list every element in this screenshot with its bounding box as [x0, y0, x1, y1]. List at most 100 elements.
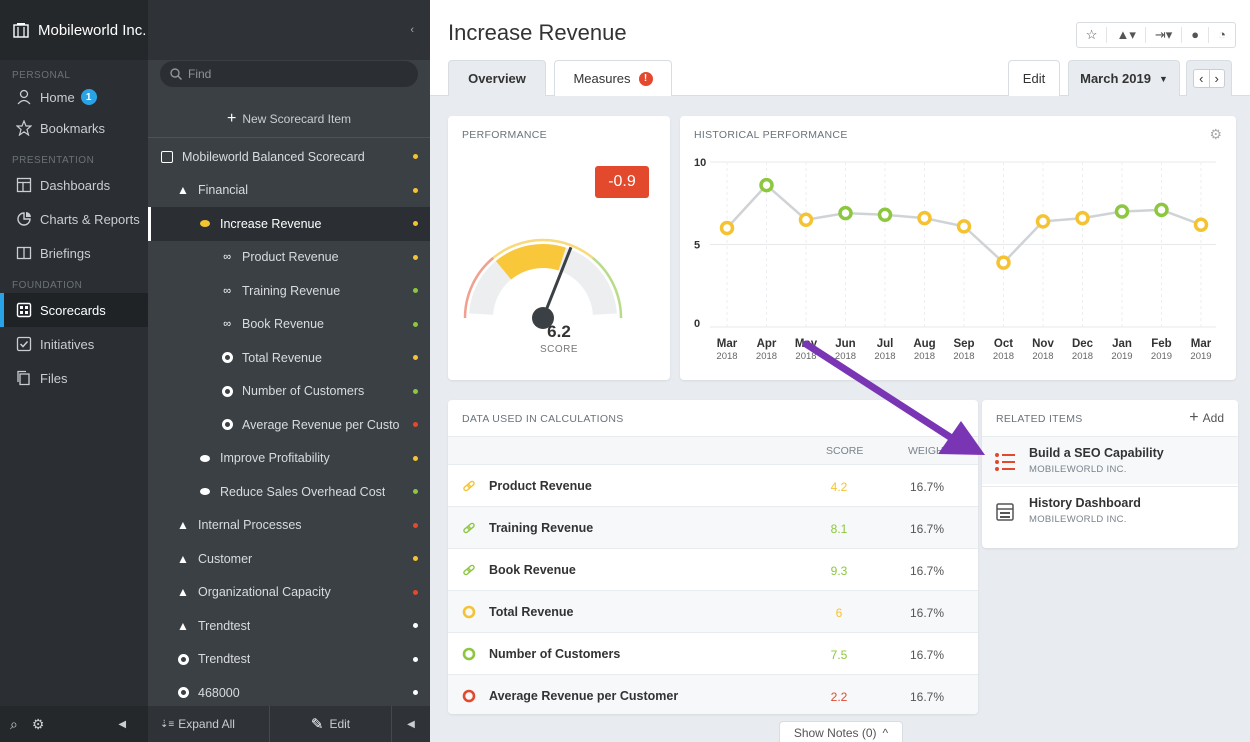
x-tick-year: 2019 — [1190, 351, 1211, 362]
data-point[interactable] — [917, 210, 932, 226]
tree-item[interactable]: Increase Revenue — [148, 207, 430, 241]
nav-item-label: Dashboards — [40, 177, 111, 193]
collapse-panel-icon[interactable]: ‹ — [410, 24, 414, 36]
nav-item-charts-reports[interactable]: Charts & Reports — [0, 202, 148, 236]
tree-item[interactable]: 468000 — [148, 676, 430, 710]
tree-item[interactable]: Trendtest — [148, 643, 430, 677]
table-row[interactable]: Total Revenue 6 16.7% — [448, 590, 978, 632]
tree-item[interactable]: Reduce Sales Overhead Cost — [148, 475, 430, 509]
nav-item-label: Scorecards — [40, 302, 106, 318]
table-row[interactable]: Product Revenue 4.2 16.7% — [448, 464, 978, 506]
table-row[interactable]: Number of Customers 7.5 16.7% — [448, 632, 978, 674]
tree-item[interactable]: Average Revenue per Custo — [148, 408, 430, 442]
triangle-icon: ▲ — [177, 551, 189, 566]
data-calculations-card: DATA USED IN CALCULATIONS SCORE WEIGHT P… — [448, 400, 978, 714]
tree-item[interactable]: Mobileworld Balanced Scorecard — [148, 140, 430, 174]
measure-name: Total Revenue — [489, 605, 574, 619]
tree-item-label: Internal Processes — [198, 518, 302, 533]
nav-item-initiatives[interactable]: Initiatives — [0, 327, 148, 361]
expand-all-button[interactable]: ⇣≡ Expand All — [148, 706, 270, 742]
table-row[interactable]: Training Revenue 8.1 16.7% — [448, 506, 978, 548]
alert-icon[interactable]: ▲▾ — [1107, 27, 1146, 43]
nav-item-label: Files — [40, 370, 68, 386]
col-weight: WEIGHT — [908, 445, 950, 457]
data-point[interactable] — [1114, 204, 1130, 219]
table-row[interactable]: Average Revenue per Customer 2.2 16.7% — [448, 674, 978, 714]
data-point[interactable] — [798, 212, 814, 227]
tree-item[interactable]: Improve Profitability — [148, 442, 430, 476]
nav-item-files[interactable]: Files — [0, 361, 148, 395]
tab-measures[interactable]: Measures! — [554, 60, 672, 96]
y-tick-label: 10 — [694, 157, 706, 169]
data-point[interactable] — [838, 205, 853, 221]
section-presentation: PRESENTATION — [12, 155, 95, 166]
link-icon — [463, 522, 475, 534]
new-scorecard-item-button[interactable]: + New Scorecard Item — [148, 100, 430, 138]
prev-period-button[interactable]: ‹ — [1193, 69, 1210, 88]
edit-button[interactable]: Edit — [1008, 60, 1060, 96]
x-tick-month: May — [795, 338, 818, 350]
tab-overview[interactable]: Overview — [448, 60, 546, 96]
data-point[interactable] — [1035, 214, 1051, 229]
collapse-left-icon: ◀ — [407, 718, 415, 730]
edit-tree-button[interactable]: ✎ Edit — [270, 706, 392, 742]
warning-icon: ! — [638, 71, 653, 86]
tree-item[interactable]: Number of Customers — [148, 375, 430, 409]
bookmark-star-icon[interactable]: ☆ — [1077, 27, 1108, 43]
book-icon — [16, 246, 32, 260]
show-notes-button[interactable]: Show Notes (0) ^ — [779, 721, 903, 742]
tree-item[interactable]: ▲ Trendtest — [148, 609, 430, 643]
nav-item-bookmarks[interactable]: Bookmarks — [0, 111, 148, 145]
score-label: SCORE — [539, 344, 579, 355]
collapse-left-icon[interactable]: ◀ — [118, 719, 126, 730]
add-related-button[interactable]: + Add — [1189, 409, 1224, 427]
nav-item-dashboards[interactable]: Dashboards — [0, 168, 148, 202]
history-clock-icon[interactable]: ◔ — [1209, 27, 1235, 43]
data-point[interactable] — [759, 177, 774, 193]
tree-item[interactable]: ▲ Customer — [148, 542, 430, 576]
tree-item-label: Financial — [198, 183, 249, 198]
caret-down-icon: ▼ — [1158, 73, 1168, 84]
x-tick-year: 2018 — [835, 351, 856, 362]
data-point[interactable] — [996, 255, 1011, 270]
status-dot — [413, 355, 418, 360]
tree-item[interactable]: Total Revenue — [148, 341, 430, 375]
measure-score: 7.5 — [830, 648, 848, 662]
next-period-button[interactable]: › — [1209, 69, 1225, 88]
nav-item-briefings[interactable]: Briefings — [0, 236, 148, 270]
nav-item-home[interactable]: Home 1 — [0, 83, 148, 111]
related-item[interactable]: Build a SEO Capability MOBILEWORLD INC. — [982, 436, 1238, 484]
collapse-tree-button[interactable]: ◀ — [392, 719, 430, 730]
data-point[interactable] — [1154, 202, 1169, 218]
tree-item-label: Number of Customers — [242, 384, 365, 399]
gear-icon[interactable]: ⚙ — [32, 716, 45, 733]
data-point[interactable] — [1075, 210, 1090, 226]
nav-item-scorecards[interactable]: Scorecards — [0, 293, 148, 327]
tree-item-label: Trendtest — [198, 652, 251, 667]
search-icon — [170, 68, 182, 80]
tree-item[interactable]: ▲ Financial — [148, 174, 430, 208]
tree-item[interactable]: ▲ Organizational Capacity — [148, 576, 430, 610]
data-point[interactable] — [956, 219, 972, 234]
tree-item[interactable]: ∞ Training Revenue — [148, 274, 430, 308]
table-row[interactable]: Book Revenue 9.3 16.7% — [448, 548, 978, 590]
historical-performance-card: HISTORICAL PERFORMANCE ⚙ 0 5 10 Mar 2018 Apr 2… — [680, 116, 1236, 380]
data-point[interactable] — [877, 207, 893, 223]
status-dot — [413, 221, 418, 226]
period-selector[interactable]: March 2019 ▼ — [1068, 60, 1180, 96]
x-tick-month: Mar — [1191, 338, 1212, 350]
info-icon[interactable]: ● — [1182, 27, 1210, 43]
search-icon[interactable]: ⌕ — [10, 716, 18, 733]
tree-item[interactable]: ▲ Internal Processes — [148, 509, 430, 543]
status-dot — [413, 288, 418, 293]
data-point[interactable] — [719, 220, 735, 236]
export-icon[interactable]: ⇥▾ — [1146, 27, 1183, 43]
tree-item[interactable]: ∞ Product Revenue — [148, 241, 430, 275]
data-point[interactable] — [1193, 217, 1209, 232]
related-item[interactable]: History Dashboard MOBILEWORLD INC. — [982, 486, 1238, 534]
find-input[interactable]: Find — [160, 61, 418, 87]
tree-item[interactable]: ∞ Book Revenue — [148, 308, 430, 342]
org-switcher[interactable]: Mobileworld Inc. — [0, 0, 148, 60]
expand-all-label: Expand All — [178, 717, 235, 731]
triangle-icon: ▲ — [177, 183, 189, 198]
